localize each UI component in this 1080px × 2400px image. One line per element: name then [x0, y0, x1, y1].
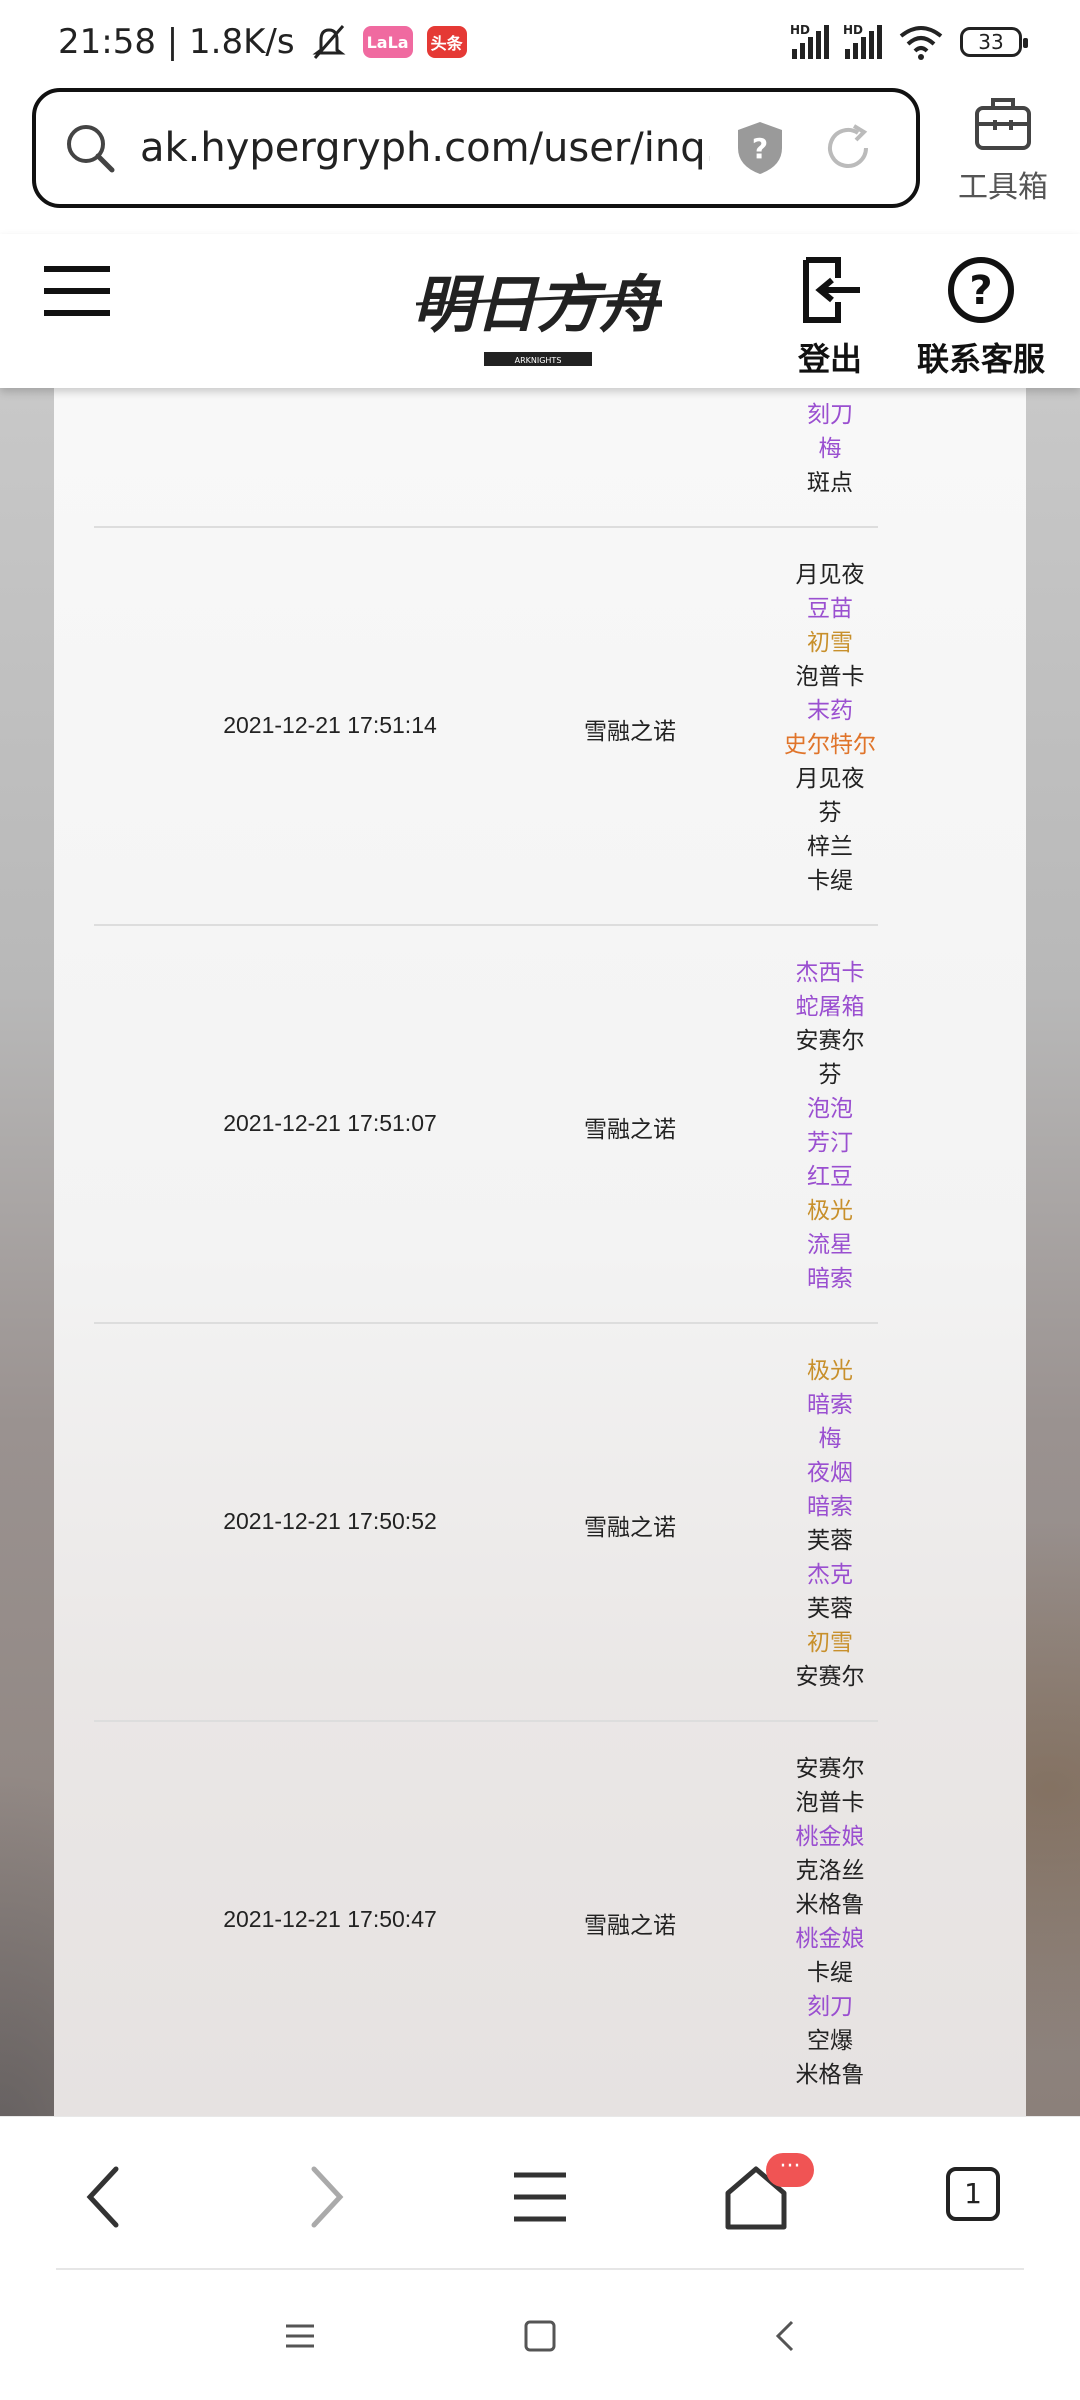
- operator-name: 杰克: [807, 1562, 853, 1588]
- operator-name: 初雪: [807, 1630, 853, 1656]
- contact-label: 联系客服: [916, 340, 1045, 378]
- url-text[interactable]: ak.hypergryph.com/user/inq...: [140, 125, 710, 171]
- operator-name: 月见夜: [795, 766, 865, 792]
- wifi-icon: [899, 26, 943, 60]
- operator-name: 卡缇: [807, 1960, 853, 1986]
- operator-name: 芳汀: [807, 1130, 853, 1156]
- contact-support-button[interactable]: ? 联系客服: [906, 256, 1056, 380]
- operator-name: 刻刀: [807, 1994, 853, 2020]
- page-background: 刻刀 梅 斑点 2021-12-21 17:51:14 雪融之诺 月见夜 豆苗 …: [0, 388, 1080, 2116]
- reload-icon[interactable]: [820, 120, 876, 176]
- operator-name: 安赛尔: [795, 1028, 865, 1054]
- arknights-logo[interactable]: 明日方舟 ARKNIGHTS: [412, 256, 662, 372]
- operator-name: 芙蓉: [807, 1528, 853, 1554]
- operator-name: 蛇屠箱: [795, 994, 865, 1020]
- divider: [56, 2268, 1024, 2270]
- operator-name: 芬: [818, 800, 842, 826]
- operator-name: 夜烟: [807, 1460, 853, 1486]
- system-nav-bar: [0, 2268, 1080, 2400]
- battery-icon: 33: [960, 27, 1028, 57]
- operator-list: 安赛尔 泡普卡 桃金娘 克洛丝 米格鲁 桃金娘 卡缇 刻刀 空爆 米格鲁: [730, 1752, 930, 2092]
- toolbox-button[interactable]: 工具箱: [948, 92, 1058, 206]
- operator-list: 刻刀 梅 斑点: [730, 398, 930, 500]
- operator-name: 梓兰: [807, 834, 853, 860]
- row-divider: [94, 1322, 878, 1324]
- toolbox-label: 工具箱: [958, 170, 1048, 205]
- forward-icon[interactable]: [284, 2157, 364, 2237]
- toolbox-icon: [975, 98, 1031, 150]
- lala-app-icon: LaLa: [362, 26, 413, 58]
- operator-name: 芬: [818, 1062, 842, 1088]
- home-notification-badge: ···: [766, 2153, 814, 2187]
- signal-icon: HD: [790, 23, 829, 59]
- row-divider: [94, 1720, 878, 1722]
- logout-icon: [803, 257, 860, 323]
- operator-name: 杰西卡: [795, 960, 865, 986]
- site-header: 明日方舟 ARKNIGHTS 登出 ? 联系客服: [0, 234, 1080, 388]
- help-icon: ?: [948, 257, 1014, 323]
- operator-name: 极光: [807, 1198, 853, 1224]
- operator-name: 米格鲁: [795, 2062, 865, 2088]
- operator-name: 初雪: [807, 630, 853, 656]
- toutiao-app-icon: 头条: [426, 26, 467, 58]
- operator-name: 泡普卡: [795, 1790, 865, 1816]
- system-home-icon[interactable]: [520, 2316, 560, 2356]
- operator-name: 泡泡: [807, 1096, 853, 1122]
- search-icon: [67, 125, 115, 173]
- svg-text:?: ?: [969, 268, 992, 314]
- row-divider: [94, 924, 878, 926]
- operator-name: 红豆: [807, 1164, 853, 1190]
- operator-name: 末药: [807, 698, 853, 724]
- status-bar: 21:58 | 1.8K/s LaLa 头条 HD HD 33: [0, 0, 1080, 84]
- address-bar[interactable]: ak.hypergryph.com/user/inq... ?: [32, 88, 920, 208]
- status-time-speed: 21:58 | 1.8K/s: [58, 22, 295, 62]
- operator-name: 克洛丝: [795, 1858, 865, 1884]
- operator-name: 史尔特尔: [784, 732, 876, 758]
- mute-icon: [312, 25, 346, 59]
- operator-name: 斑点: [807, 470, 853, 496]
- operator-name: 梅: [818, 436, 842, 462]
- operator-name: 卡缇: [807, 868, 853, 894]
- system-menu-icon[interactable]: [280, 2316, 320, 2356]
- operator-name: 梅: [818, 1426, 842, 1452]
- operator-name: 极光: [807, 1358, 853, 1384]
- signal-icon-2: HD: [843, 23, 882, 59]
- back-icon[interactable]: [66, 2157, 146, 2237]
- menu-icon[interactable]: [44, 266, 110, 322]
- system-back-icon[interactable]: [766, 2316, 806, 2356]
- operator-name: 豆苗: [807, 596, 853, 622]
- operator-name: 泡普卡: [795, 664, 865, 690]
- operator-list: 杰西卡 蛇屠箱 安赛尔 芬 泡泡 芳汀 红豆 极光 流星 暗索: [730, 956, 930, 1296]
- operator-name: 月见夜: [795, 562, 865, 588]
- logout-label: 登出: [797, 340, 862, 378]
- operator-name: 安赛尔: [795, 1756, 865, 1782]
- operator-list: 月见夜 豆苗 初雪 泡普卡 末药 史尔特尔 月见夜 芬 梓兰 卡缇: [730, 558, 930, 898]
- operator-name: 暗索: [807, 1266, 853, 1292]
- operator-name: 安赛尔: [795, 1664, 865, 1690]
- logo-title: 明日方舟: [413, 268, 662, 341]
- security-shield-icon[interactable]: ?: [730, 118, 790, 178]
- svg-text:?: ?: [752, 132, 768, 165]
- operator-name: 芙蓉: [807, 1596, 853, 1622]
- operator-name: 流星: [807, 1232, 853, 1258]
- operator-list: 极光 暗索 梅 夜烟 暗索 芙蓉 杰克 芙蓉 初雪 安赛尔: [730, 1354, 930, 1694]
- logo-subtitle: ARKNIGHTS: [515, 356, 562, 365]
- logout-button[interactable]: 登出: [790, 256, 870, 380]
- row-divider: [94, 526, 878, 528]
- browser-bottom-nav: ··· 1: [0, 2116, 1080, 2268]
- operator-name: 空爆: [807, 2028, 853, 2054]
- browser-toolbar: ak.hypergryph.com/user/inq... ? 工具箱: [0, 84, 1080, 234]
- operator-name: 桃金娘: [795, 1926, 865, 1952]
- operator-name: 暗索: [807, 1494, 853, 1520]
- menu-list-icon[interactable]: [500, 2157, 580, 2237]
- operator-name: 桃金娘: [795, 1824, 865, 1850]
- operator-name: 暗索: [807, 1392, 853, 1418]
- tab-count-button[interactable]: 1: [946, 2167, 1000, 2221]
- operator-name: 刻刀: [807, 402, 853, 428]
- operator-name: 米格鲁: [795, 1892, 865, 1918]
